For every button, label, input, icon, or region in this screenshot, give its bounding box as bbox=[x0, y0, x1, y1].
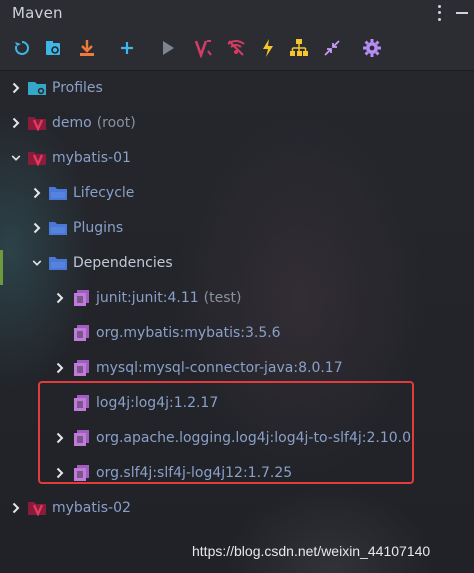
tree-item-dependency[interactable]: org.mybatis:mybatis:3.5.6 bbox=[0, 315, 474, 350]
tree-item-suffix: (root) bbox=[96, 114, 136, 131]
folder-icon bbox=[48, 254, 68, 272]
chevron-right-icon[interactable] bbox=[11, 82, 21, 93]
tree-item-label: Lifecycle bbox=[73, 184, 135, 201]
maven-project-icon bbox=[27, 149, 47, 167]
skip-tests-icon[interactable] bbox=[226, 38, 246, 58]
generate-sources-icon[interactable] bbox=[44, 38, 64, 58]
chevron-right-icon[interactable] bbox=[11, 502, 21, 513]
library-icon bbox=[71, 359, 91, 377]
tree-item-plugins[interactable]: Plugins bbox=[0, 210, 474, 245]
tree-item-label: Profiles bbox=[52, 79, 103, 96]
folder-icon bbox=[48, 219, 68, 237]
chevron-down-icon[interactable] bbox=[11, 153, 21, 163]
more-options-icon[interactable] bbox=[434, 3, 444, 23]
tree-item-dependency[interactable]: junit:junit:4.11 (test) bbox=[0, 280, 474, 315]
maven-project-icon bbox=[27, 114, 47, 132]
offline-mode-icon[interactable] bbox=[258, 38, 278, 58]
settings-icon[interactable] bbox=[362, 38, 382, 58]
tool-window-title: Maven bbox=[12, 4, 63, 22]
chevron-right-icon[interactable] bbox=[55, 362, 65, 373]
collapse-all-icon[interactable] bbox=[322, 38, 342, 58]
tree-item-profiles[interactable]: Profiles bbox=[0, 70, 474, 105]
tree-item-label: mybatis-02 bbox=[52, 499, 131, 516]
maven-toolbar bbox=[0, 26, 474, 71]
tree-item-label: demo bbox=[52, 114, 92, 131]
tree-item-mybatis-01[interactable]: mybatis-01 bbox=[0, 140, 474, 175]
download-sources-icon[interactable] bbox=[77, 38, 97, 58]
watermark-text: https://blog.csdn.net/weixin_44107140 bbox=[192, 543, 431, 559]
maven-projects-tree: Profiles demo (root) mybatis-01 Lifecycl… bbox=[0, 70, 474, 573]
tool-window-header: Maven bbox=[0, 0, 474, 26]
folder-icon bbox=[48, 184, 68, 202]
chevron-right-icon[interactable] bbox=[32, 222, 42, 233]
tree-item-suffix: (test) bbox=[203, 289, 242, 306]
tree-item-label: mysql:mysql-connector-java:8.0.17 bbox=[96, 359, 343, 376]
tree-item-mybatis-02[interactable]: mybatis-02 bbox=[0, 490, 474, 525]
hide-panel-icon[interactable] bbox=[456, 12, 468, 14]
tree-item-label: Dependencies bbox=[73, 254, 173, 271]
run-icon[interactable] bbox=[158, 38, 178, 58]
add-project-icon[interactable] bbox=[117, 38, 137, 58]
show-dependencies-icon[interactable] bbox=[289, 38, 309, 58]
chevron-right-icon[interactable] bbox=[32, 187, 42, 198]
chevron-right-icon[interactable] bbox=[55, 292, 65, 303]
tree-item-label: junit:junit:4.11 bbox=[96, 289, 199, 306]
reload-all-icon[interactable] bbox=[12, 38, 32, 58]
chevron-right-icon[interactable] bbox=[11, 117, 21, 128]
tree-item-dependency[interactable]: mysql:mysql-connector-java:8.0.17 bbox=[0, 350, 474, 385]
chevron-down-icon[interactable] bbox=[32, 258, 42, 268]
tree-item-label: org.mybatis:mybatis:3.5.6 bbox=[96, 324, 281, 341]
maven-project-icon bbox=[27, 499, 47, 517]
tree-item-label: Plugins bbox=[73, 219, 124, 236]
library-icon bbox=[71, 324, 91, 342]
tree-item-dependencies[interactable]: Dependencies bbox=[0, 245, 474, 280]
tree-item-lifecycle[interactable]: Lifecycle bbox=[0, 175, 474, 210]
library-icon bbox=[71, 289, 91, 307]
tree-item-label: mybatis-01 bbox=[52, 149, 131, 166]
profiles-folder-icon bbox=[27, 79, 47, 97]
annotation-highlight-box bbox=[38, 381, 414, 484]
tree-item-demo[interactable]: demo (root) bbox=[0, 105, 474, 140]
execute-goal-icon[interactable] bbox=[194, 38, 214, 58]
